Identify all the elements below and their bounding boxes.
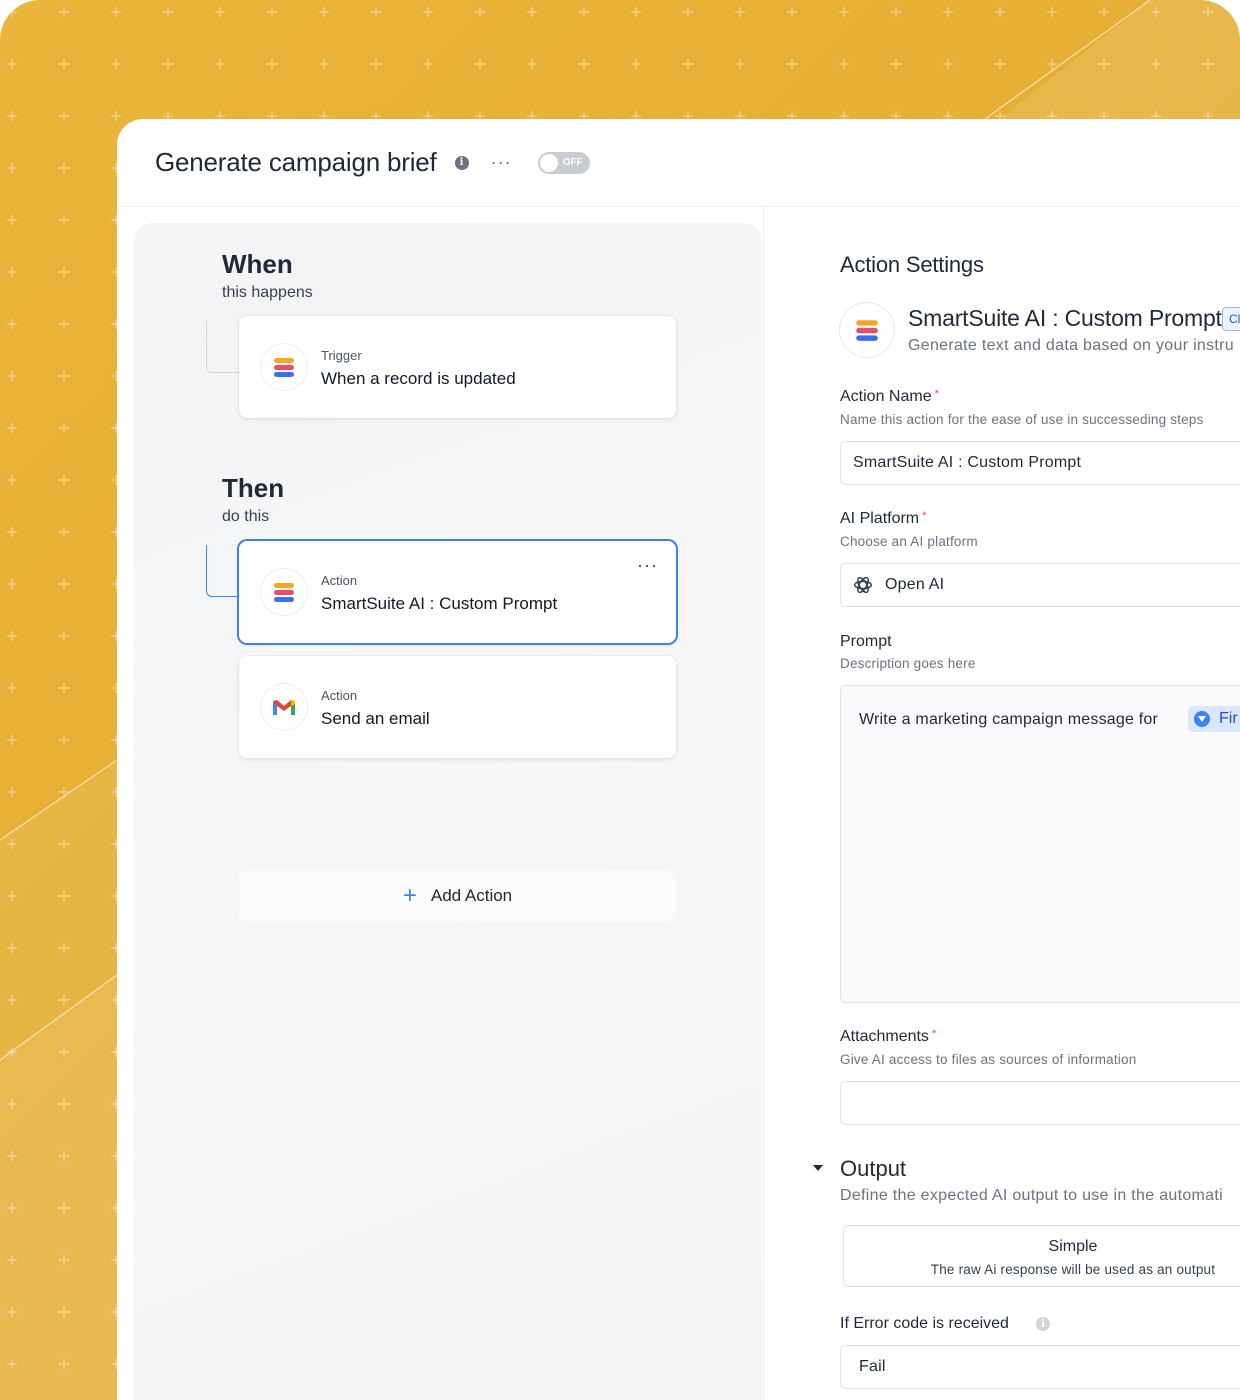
action-kicker: Action bbox=[321, 688, 358, 703]
trigger-kicker: Trigger bbox=[321, 348, 362, 363]
action-name-label: Action Name * bbox=[840, 388, 939, 405]
attachments-description: Give AI access to files as sources of in… bbox=[840, 1052, 1137, 1067]
required-mark: * bbox=[934, 388, 939, 400]
openai-icon bbox=[854, 576, 872, 594]
attachments-input[interactable] bbox=[840, 1081, 1240, 1125]
output-description: Define the expected AI output to use in … bbox=[840, 1187, 1223, 1204]
prompt-editor[interactable]: Write a marketing campaign message for F… bbox=[840, 685, 1240, 1003]
action-title: Send an email bbox=[321, 709, 430, 728]
collapse-caret-icon[interactable] bbox=[813, 1165, 823, 1171]
smartsuite-logo-icon bbox=[261, 344, 307, 390]
plus-icon: + bbox=[402, 882, 417, 909]
automation-title[interactable]: Generate campaign brief bbox=[155, 147, 437, 178]
action-more-icon[interactable]: ··· bbox=[637, 555, 658, 576]
prompt-description: Description goes here bbox=[840, 656, 976, 671]
then-subheading: do this bbox=[222, 508, 270, 525]
chevron-down-icon bbox=[1194, 711, 1210, 727]
smartsuite-logo-icon bbox=[261, 569, 307, 615]
then-heading: Then bbox=[222, 473, 285, 503]
error-code-label: If Error code is received bbox=[840, 1315, 1009, 1332]
action-connector bbox=[206, 545, 239, 597]
prompt-field-token[interactable]: Fir bbox=[1188, 706, 1240, 732]
trigger-card[interactable]: Trigger When a record is updated bbox=[239, 316, 676, 418]
action-title: SmartSuite AI : Custom Prompt bbox=[321, 594, 558, 613]
action-name-input[interactable]: SmartSuite AI : Custom Prompt bbox=[840, 441, 1240, 485]
add-action-label: Add Action bbox=[430, 886, 513, 905]
ai-platform-select[interactable]: Open AI bbox=[840, 563, 1240, 607]
required-mark: * bbox=[931, 1028, 937, 1040]
required-mark: * bbox=[922, 510, 927, 522]
panel-divider bbox=[763, 207, 764, 1400]
attachments-label: Attachments * bbox=[840, 1028, 937, 1045]
error-action-select[interactable]: Fail bbox=[840, 1345, 1240, 1389]
info-icon[interactable]: i bbox=[1036, 1317, 1050, 1331]
toggle-knob bbox=[539, 153, 558, 172]
flow-panel: When this happens Trigger When a record … bbox=[134, 223, 762, 1400]
app-title: SmartSuite AI : Custom Prompt bbox=[908, 305, 1222, 331]
when-subheading: this happens bbox=[222, 284, 313, 301]
ai-platform-label: AI Platform * bbox=[840, 510, 927, 527]
app-description: Generate text and data based on your ins… bbox=[908, 337, 1234, 354]
gmail-icon bbox=[261, 684, 307, 730]
app-badge[interactable]: Cl bbox=[1222, 307, 1240, 331]
output-option-simple[interactable]: Simple The raw Ai response will be used … bbox=[843, 1225, 1240, 1287]
info-icon[interactable]: i bbox=[454, 155, 469, 170]
action-card-send-email[interactable]: Action Send an email bbox=[239, 656, 676, 758]
automation-toggle[interactable]: OFF bbox=[537, 151, 590, 174]
action-name-description: Name this action for the ease of use in … bbox=[840, 412, 1204, 427]
trigger-title: When a record is updated bbox=[321, 369, 516, 388]
more-options-icon[interactable]: ··· bbox=[491, 152, 512, 173]
ai-platform-value: Open AI bbox=[885, 576, 945, 593]
when-heading: When bbox=[222, 249, 293, 279]
action-kicker: Action bbox=[321, 573, 358, 588]
action-settings-heading: Action Settings bbox=[840, 252, 984, 277]
output-heading: Output bbox=[840, 1156, 907, 1181]
action-card-custom-prompt[interactable]: Action SmartSuite AI : Custom Prompt ··· bbox=[239, 541, 676, 643]
output-option-description: The raw Ai response will be used as an o… bbox=[930, 1262, 1216, 1277]
action-settings-panel: Action Settings SmartSuite AI : Custom P… bbox=[813, 119, 1240, 1400]
toggle-state-label: OFF bbox=[562, 156, 583, 168]
add-action-button[interactable]: + Add Action bbox=[239, 870, 676, 922]
prompt-label: Prompt bbox=[840, 633, 892, 650]
automation-window: Generate campaign brief i ··· OFF When t… bbox=[117, 119, 1240, 1400]
ai-platform-description: Choose an AI platform bbox=[840, 534, 978, 549]
trigger-connector bbox=[206, 321, 239, 373]
output-option-title: Simple bbox=[1048, 1238, 1098, 1255]
prompt-token-label: Fir bbox=[1219, 710, 1238, 727]
prompt-text: Write a marketing campaign message for bbox=[859, 711, 1158, 728]
smartsuite-logo-icon bbox=[840, 303, 894, 357]
